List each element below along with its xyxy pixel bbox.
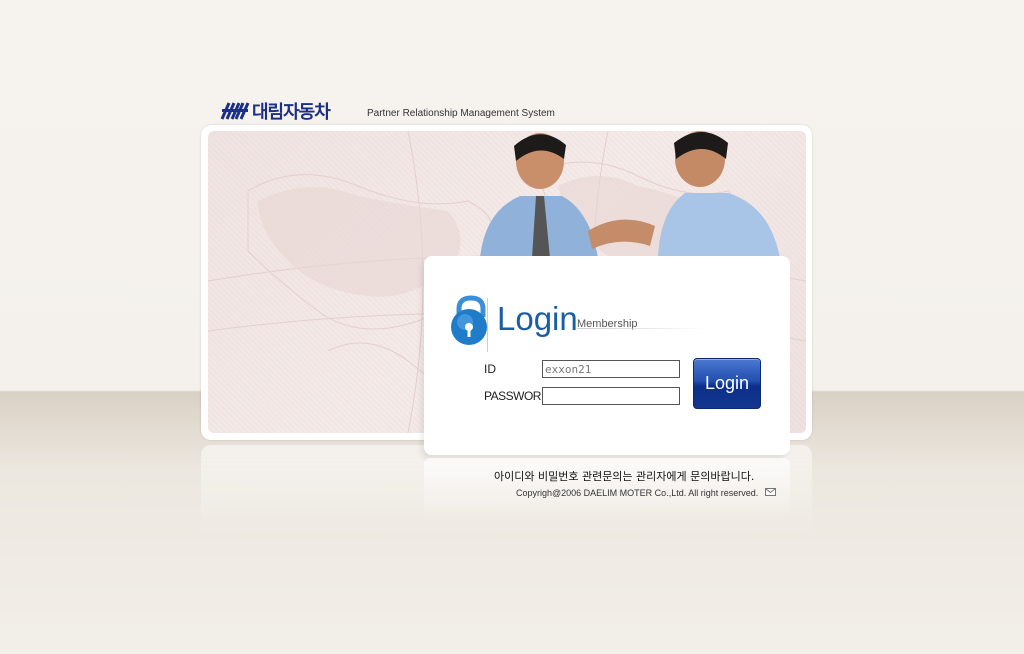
- copyright-text: Copyrigh@2006 DAELIM MOTER Co.,Ltd. All …: [516, 488, 759, 498]
- id-label: ID: [484, 362, 496, 376]
- tagline: Partner Relationship Management System: [367, 108, 555, 119]
- login-button[interactable]: Login: [693, 358, 761, 409]
- title-underline: [577, 328, 707, 329]
- login-title: Login: [497, 300, 578, 337]
- mail-icon[interactable]: [765, 488, 776, 496]
- brand-logo-text: 대림자동차: [252, 102, 331, 123]
- password-label: PASSWORD: [484, 389, 550, 403]
- login-card: [424, 256, 790, 455]
- brand-logo-mark: [220, 101, 250, 121]
- lock-icon: [451, 295, 487, 345]
- admin-contact-notice: 아이디와 비밀번호 관련문의는 관리자에게 문의바랍니다.: [494, 470, 755, 483]
- title-divider: [487, 298, 488, 352]
- password-input[interactable]: [542, 387, 680, 405]
- brand-logo: 대림자동차: [220, 100, 331, 123]
- partners-handshake-photo: [480, 131, 780, 258]
- id-input[interactable]: [542, 360, 680, 378]
- login-button-label: Login: [704, 373, 750, 393]
